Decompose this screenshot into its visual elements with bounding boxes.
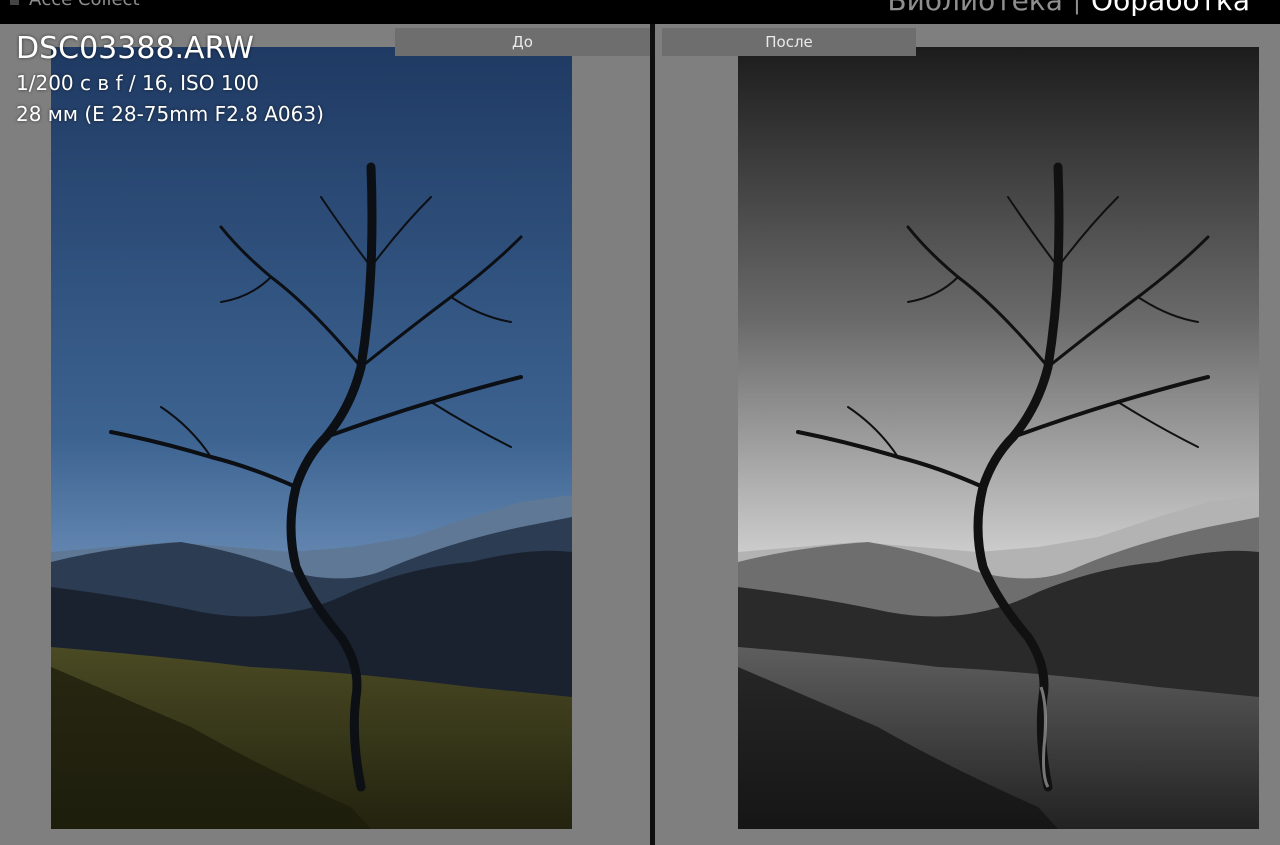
file-name: DSC03388.ARW bbox=[16, 31, 254, 66]
collection-icon bbox=[10, 0, 19, 5]
before-label[interactable]: До bbox=[395, 28, 650, 56]
catalog-title: Ассе Collect bbox=[10, 0, 140, 10]
after-photo bbox=[738, 47, 1259, 829]
before-view[interactable]: До bbox=[0, 24, 650, 845]
module-picker: Библиотека | Обработка bbox=[887, 0, 1250, 16]
lens-info: 28 мм (E 28-75mm F2.8 A063) bbox=[16, 102, 324, 126]
module-library-tab[interactable]: Библиотека bbox=[887, 0, 1063, 16]
catalog-title-text: Ассе Collect bbox=[29, 0, 140, 10]
exposure-info: 1/200 с в f / 16, ISO 100 bbox=[16, 71, 260, 95]
before-photo bbox=[51, 47, 572, 829]
after-label[interactable]: После bbox=[662, 28, 916, 56]
top-bar: Ассе Collect Библиотека | Обработка bbox=[0, 0, 1280, 24]
module-develop-tab[interactable]: Обработка bbox=[1091, 0, 1250, 16]
info-overlay: DSC03388.ARW 1/200 с в f / 16, ISO 100 2… bbox=[16, 30, 324, 130]
module-separator: | bbox=[1072, 0, 1081, 15]
after-view[interactable]: После bbox=[655, 24, 1280, 845]
